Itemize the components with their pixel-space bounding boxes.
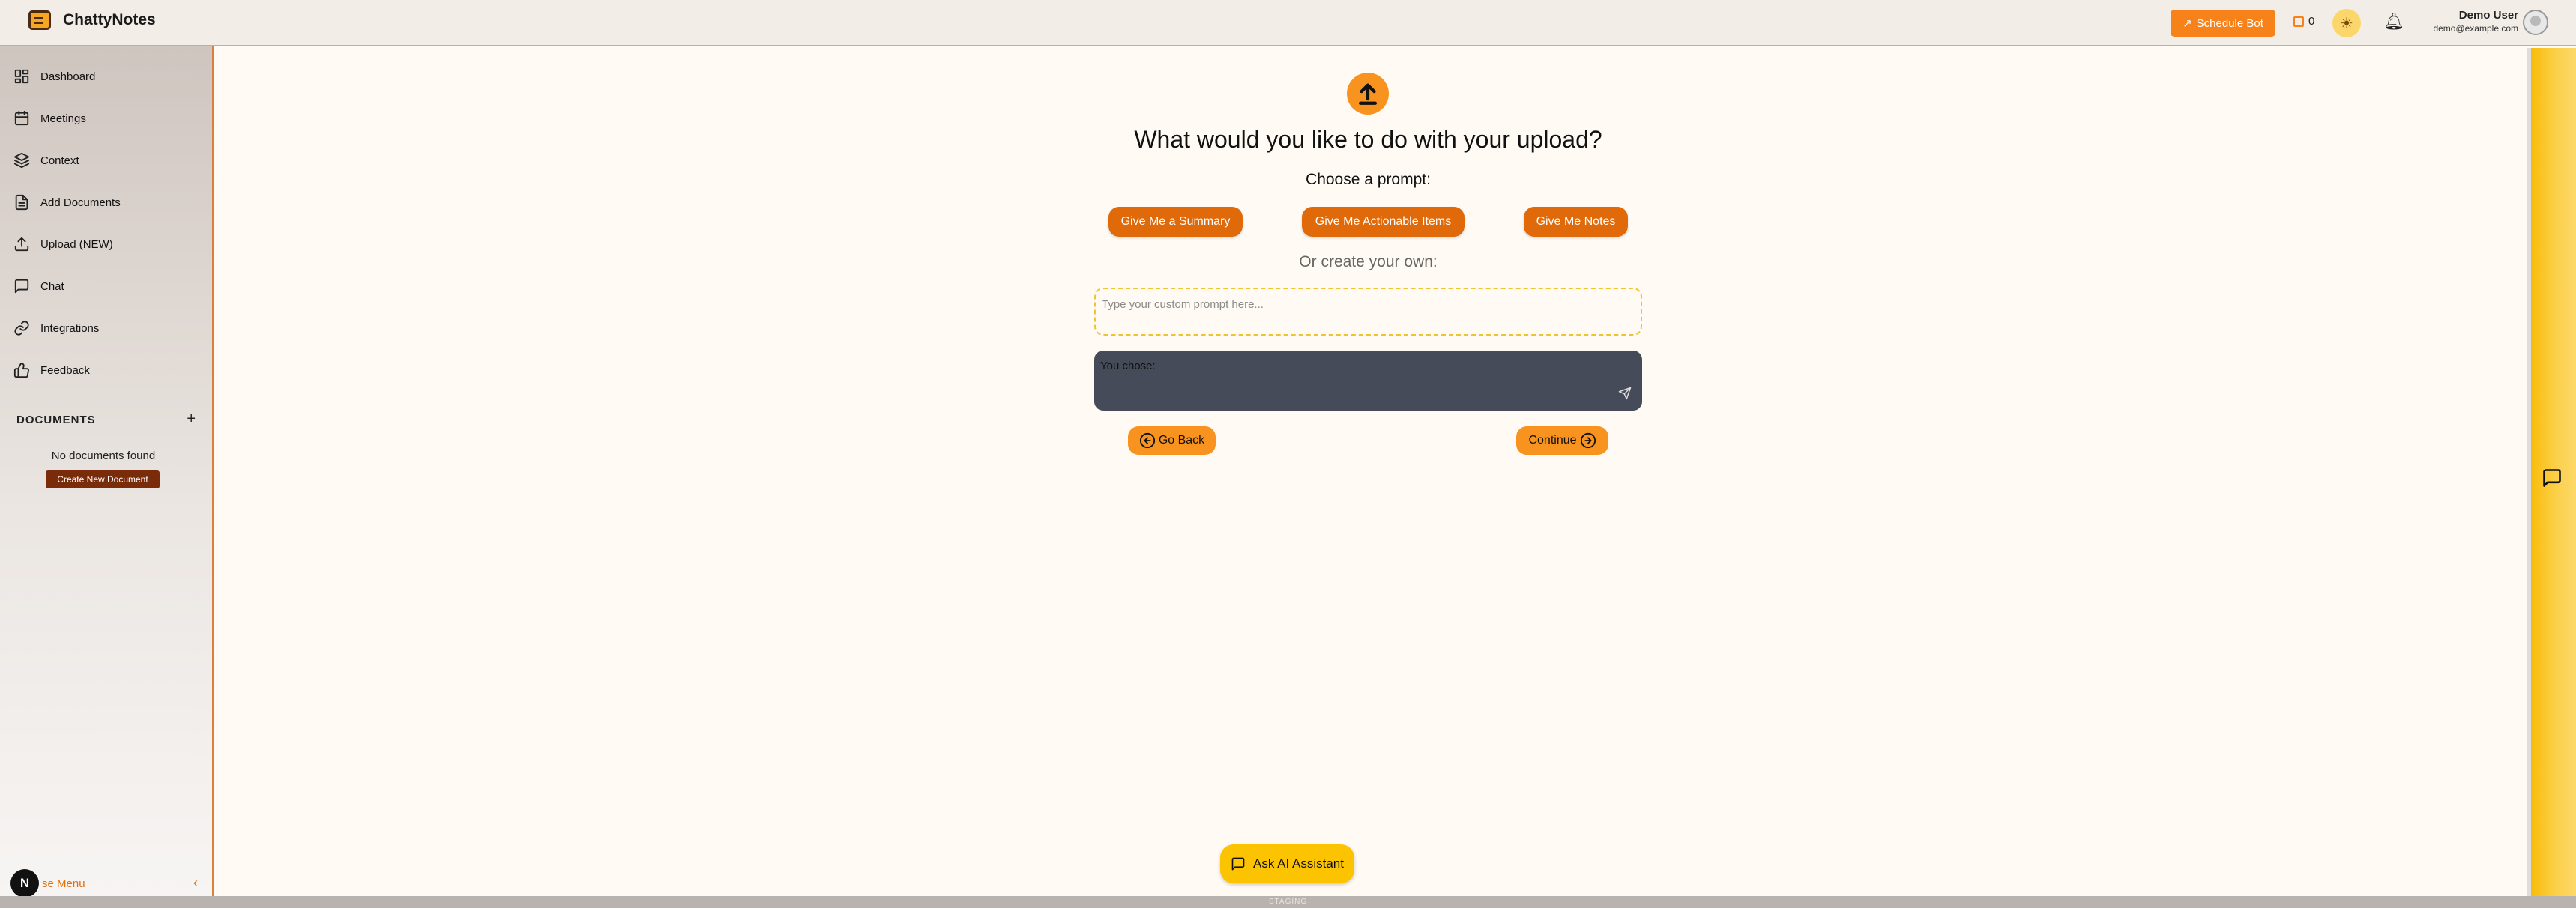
sidebar-item-feedback[interactable]: Feedback (13, 357, 90, 384)
sidebar-item-label: Context (40, 154, 79, 167)
arrow-right-circle-icon (1580, 432, 1596, 449)
or-create-label: Or create your own: (1299, 253, 1438, 270)
thumbs-up-icon (13, 362, 30, 378)
ask-ai-assistant-button[interactable]: Ask AI Assistant (1220, 844, 1354, 883)
sidebar-item-label: Meetings (40, 112, 86, 125)
sidebar: Dashboard Meetings Context Add Documents… (0, 46, 214, 898)
documents-heading: DOCUMENTS (16, 414, 96, 426)
continue-label: Continue (1528, 434, 1577, 447)
upload-arrow-icon (1347, 73, 1389, 115)
choose-prompt-label: Choose a prompt: (1306, 171, 1431, 188)
scrollbar[interactable] (2527, 48, 2531, 896)
close-menu-button[interactable]: N se Menu ‹ (10, 869, 198, 898)
staging-footer: STAGING (0, 896, 2576, 908)
sidebar-item-integrations[interactable]: Integrations (13, 315, 99, 342)
avatar[interactable] (2523, 10, 2548, 35)
layers-icon (13, 152, 30, 169)
sidebar-item-label: Dashboard (40, 70, 96, 83)
brand-name: ChattyNotes (63, 11, 156, 28)
sidebar-item-meetings[interactable]: Meetings (13, 105, 86, 132)
sidebar-item-add-documents[interactable]: Add Documents (13, 189, 121, 216)
prompt-actionable-items-button[interactable]: Give Me Actionable Items (1302, 207, 1465, 237)
create-document-button[interactable]: Create New Document (46, 470, 160, 488)
chat-icon (13, 278, 30, 294)
chat-logo-icon (28, 10, 51, 30)
go-back-button[interactable]: Go Back (1128, 426, 1216, 455)
dashboard-icon (13, 68, 30, 85)
add-document-icon[interactable]: + (187, 411, 196, 428)
sidebar-item-context[interactable]: Context (13, 147, 79, 174)
credits-count: 0 (2308, 15, 2315, 28)
message-icon (1231, 857, 1245, 871)
document-icon (13, 194, 30, 211)
theme-toggle-button[interactable]: ☀ (2332, 9, 2361, 37)
brand[interactable]: ChattyNotes (28, 10, 156, 30)
page-title: What would you like to do with your uplo… (1134, 126, 1602, 153)
sidebar-item-dashboard[interactable]: Dashboard (13, 63, 95, 90)
prompt-summary-button[interactable]: Give Me a Summary (1108, 207, 1243, 237)
top-header: ChattyNotes ↗ Schedule Bot 0 ☀ 🔔︎ Demo U… (0, 0, 2576, 46)
chat-panel-toggle-icon[interactable] (2541, 467, 2563, 488)
sidebar-item-label: Feedback (40, 363, 90, 377)
documents-header: DOCUMENTS + (16, 411, 196, 428)
chosen-prompt-box: You chose: (1094, 351, 1642, 411)
ask-ai-assistant-label: Ask AI Assistant (1253, 856, 1344, 871)
sidebar-item-label: Integrations (40, 321, 100, 335)
sidebar-item-label: Chat (40, 279, 64, 293)
arrow-left-circle-icon (1139, 432, 1156, 449)
user-email: demo@example.com (2433, 23, 2518, 34)
sidebar-item-label: Upload (NEW) (40, 237, 113, 251)
link-icon (13, 320, 30, 336)
no-documents-text: No documents found (51, 450, 156, 462)
user-name: Demo User (2458, 9, 2518, 22)
bell-icon[interactable]: 🔔︎ (2383, 12, 2404, 31)
chevron-left-icon: ‹ (193, 875, 198, 890)
custom-prompt-input[interactable] (1094, 288, 1642, 336)
you-chose-label: You chose: (1100, 360, 1156, 372)
schedule-bot-button[interactable]: ↗ Schedule Bot (2171, 10, 2275, 37)
close-menu-label: se Menu (42, 877, 85, 890)
user-info[interactable]: Demo User demo@example.com (2421, 9, 2518, 34)
schedule-bot-label: Schedule Bot (2196, 16, 2263, 30)
upload-icon (13, 236, 30, 252)
sidebar-item-chat[interactable]: Chat (13, 273, 64, 300)
go-back-label: Go Back (1158, 434, 1205, 447)
main-content: What would you like to do with your uplo… (217, 48, 2527, 896)
sun-icon: ☀ (2340, 15, 2353, 32)
sidebar-item-label: Add Documents (40, 196, 121, 209)
continue-button[interactable]: Continue (1516, 426, 1608, 455)
credits-indicator[interactable]: 0 (2293, 15, 2314, 28)
credit-icon (2293, 16, 2304, 27)
send-icon[interactable] (1618, 387, 1632, 400)
prompt-notes-button[interactable]: Give Me Notes (1524, 207, 1628, 237)
calendar-icon (13, 110, 30, 127)
sidebar-item-upload[interactable]: Upload (NEW) (13, 231, 113, 258)
n-badge[interactable]: N (10, 869, 39, 898)
external-link-icon: ↗ (2183, 17, 2192, 30)
